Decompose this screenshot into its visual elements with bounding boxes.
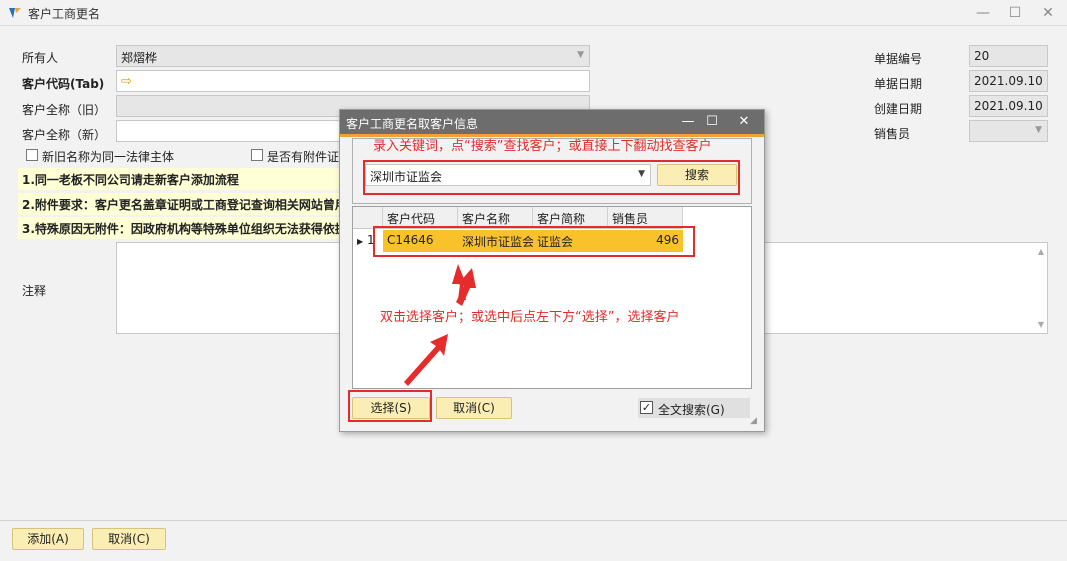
note-row-3: 3.特殊原因无附件：因政府机构等特殊单位组织无法获得依据	[18, 217, 340, 239]
doc-number-value: 20	[969, 45, 1048, 67]
dialog-titlebar: 客户工商更名取客户信息 — ☐ ✕	[340, 110, 764, 134]
created-date-label: 创建日期	[874, 102, 923, 116]
check-icon[interactable]: ✓	[640, 401, 653, 414]
note-row-2: 2.附件要求：客户更名盖章证明或工商登记查询相关网站曾用	[18, 193, 340, 215]
scroll-up-icon[interactable]: ▲	[1038, 247, 1044, 256]
annotation-top: 录入关键词，点“搜索”查找客户；或直接上下翻动找查客户	[373, 139, 712, 154]
owner-select[interactable]: 郑熠桦 ▼	[116, 45, 590, 67]
app-logo-icon	[9, 8, 21, 18]
new-name-label: 客户全称（新）	[22, 128, 107, 142]
chevron-down-icon: ▼	[577, 50, 584, 60]
fulltext-search-label: 全文搜索(G)	[658, 403, 725, 417]
customer-code-input[interactable]: ⇨	[116, 70, 590, 92]
dialog-maximize-icon[interactable]: ☐	[704, 114, 720, 130]
sales-select[interactable]: ▼	[969, 120, 1048, 142]
doc-date-label: 单据日期	[874, 77, 923, 91]
annotation-arrows	[404, 264, 476, 386]
annotation-box-select	[348, 390, 432, 422]
close-icon[interactable]: ✕	[1039, 4, 1057, 22]
chevron-down-icon: ▼	[1035, 125, 1042, 135]
dialog-cancel-button[interactable]: 取消(C)	[436, 397, 512, 419]
window-title: 客户工商更名	[28, 7, 101, 21]
scroll-down-icon[interactable]: ▼	[1038, 320, 1044, 329]
minimize-icon[interactable]: —	[974, 4, 992, 22]
created-date-value: 2021.09.10	[969, 95, 1048, 117]
owner-label: 所有人	[22, 51, 59, 65]
sales-label: 销售员	[874, 127, 911, 141]
window-titlebar: 客户工商更名 — ☐ ✕	[0, 0, 1067, 26]
arrow-down-left-icon	[404, 334, 448, 386]
annotation-box-search	[363, 160, 740, 195]
note-row-1: 1.同一老板不同公司请走新客户添加流程	[18, 168, 340, 190]
maximize-icon[interactable]: ☐	[1006, 4, 1024, 22]
dialog-minimize-icon[interactable]: —	[680, 114, 696, 130]
fulltext-search-toggle[interactable]: ✓ 全文搜索(G)	[638, 398, 750, 418]
attachment-checkbox[interactable]	[251, 149, 263, 161]
attachment-label: 是否有附件证	[267, 150, 340, 164]
doc-date-value: 2021.09.10	[969, 70, 1048, 92]
old-name-label: 客户全称（旧）	[22, 103, 107, 117]
resize-grip-icon[interactable]: ◢	[750, 416, 757, 426]
add-button[interactable]: 添加(A)	[12, 528, 84, 550]
same-entity-checkbox[interactable]	[26, 149, 38, 161]
same-entity-label: 新旧名称为同一法律主体	[42, 150, 175, 164]
owner-value: 郑熠桦	[121, 51, 158, 65]
dialog-close-icon[interactable]: ✕	[736, 114, 752, 130]
footer-divider	[0, 520, 1067, 521]
remark-label: 注释	[22, 284, 47, 298]
cancel-button[interactable]: 取消(C)	[92, 528, 166, 550]
arrow-right-icon: ⇨	[121, 74, 132, 89]
dialog-title: 客户工商更名取客户信息	[346, 117, 479, 131]
doc-number-label: 单据编号	[874, 52, 923, 66]
annotation-box-row	[373, 226, 695, 257]
customer-code-label: 客户代码(Tab)	[22, 77, 105, 91]
